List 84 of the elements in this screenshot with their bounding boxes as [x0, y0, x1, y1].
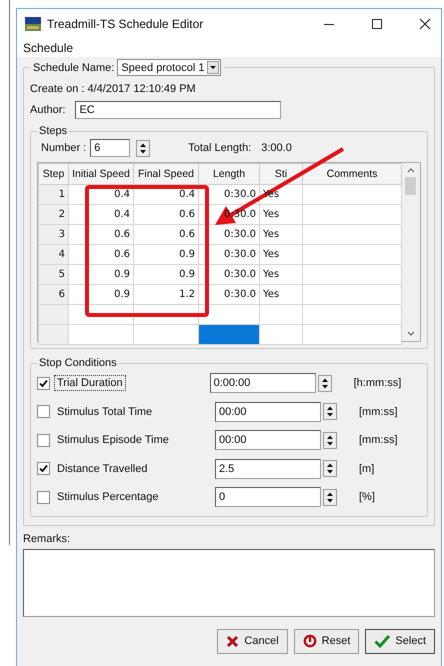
- value-field[interactable]: 0:00:00: [210, 373, 316, 394]
- scroll-up-icon[interactable]: [406, 166, 416, 174]
- table-cell: Yes: [260, 284, 302, 304]
- number-field[interactable]: 6: [90, 139, 130, 157]
- checkbox-label[interactable]: Stimulus Percentage: [54, 489, 215, 506]
- checkbox-label[interactable]: Trial Duration: [54, 375, 126, 392]
- cross-icon: [226, 634, 240, 648]
- checkbox-label[interactable]: Stimulus Total Time: [54, 404, 215, 420]
- steps-legend: Steps: [37, 125, 70, 137]
- column-header[interactable]: Length: [198, 164, 260, 184]
- checkbox[interactable]: [37, 490, 50, 504]
- table-cell: Yes: [260, 204, 302, 224]
- maximize-icon[interactable]: [371, 18, 383, 30]
- total-length-label: Total Length:: [188, 142, 252, 154]
- checkbox-label[interactable]: Distance Travelled: [54, 460, 215, 477]
- app-icon: [25, 17, 41, 31]
- schedule-name-label: Schedule Name:: [33, 62, 114, 74]
- schedule-name-dropdown[interactable]: Speed protocol 1: [117, 59, 220, 76]
- reset-button[interactable]: Reset: [294, 628, 360, 654]
- author-label: Author:: [30, 104, 66, 116]
- column-header[interactable]: Comments: [302, 164, 402, 184]
- checkbox-label[interactable]: Stimulus Episode Time: [54, 432, 215, 448]
- table-cell: 0:30.0: [198, 264, 260, 284]
- unit-label: [mm:ss]: [359, 434, 398, 446]
- row-header[interactable]: 1: [38, 184, 68, 204]
- unit-label: [%]: [359, 491, 375, 504]
- window-title: Treadmill-TS Schedule Editor: [47, 17, 204, 31]
- value-field[interactable]: 0: [215, 487, 321, 508]
- stop-conditions-legend: Stop Conditions: [37, 357, 119, 369]
- column-header[interactable]: Step: [38, 164, 68, 184]
- table-cell: Yes: [260, 244, 302, 264]
- spinner-icon[interactable]: [323, 403, 337, 420]
- cancel-button[interactable]: Cancel: [217, 628, 288, 654]
- table-cell: 0.9: [134, 264, 198, 284]
- checkbox[interactable]: [37, 405, 50, 418]
- row-header[interactable]: 5: [38, 264, 68, 284]
- column-header[interactable]: Final Speed: [134, 164, 198, 184]
- checkbox[interactable]: [37, 376, 50, 390]
- close-icon[interactable]: [419, 18, 431, 30]
- spinner-icon[interactable]: [323, 432, 337, 449]
- value-field[interactable]: 00:00: [215, 402, 321, 422]
- column-header[interactable]: Initial Speed: [68, 164, 134, 184]
- total-length-value: 3:00.0: [261, 142, 292, 154]
- check-icon: [374, 634, 390, 648]
- value-field[interactable]: 00:00: [215, 430, 321, 450]
- row-header[interactable]: 6: [38, 284, 68, 304]
- spinner-icon[interactable]: [136, 140, 150, 156]
- table-cell: Yes: [260, 224, 302, 244]
- checkbox[interactable]: [37, 462, 50, 476]
- menu-item[interactable]: Schedule: [23, 41, 74, 55]
- spinner-icon[interactable]: [323, 460, 337, 478]
- table-cell: 0.9: [68, 264, 134, 284]
- spinner-icon[interactable]: [323, 488, 337, 506]
- row-header[interactable]: 2: [38, 204, 68, 224]
- reset-icon: [302, 634, 317, 648]
- remarks-label: Remarks:: [23, 532, 72, 544]
- table-cell: 0.9: [134, 244, 198, 264]
- scroll-down-icon[interactable]: [406, 330, 416, 338]
- table-cell[interactable]: [198, 324, 260, 344]
- select-button[interactable]: Select: [365, 628, 435, 654]
- unit-label: [m]: [359, 462, 374, 475]
- table-cell: 0.6: [134, 224, 198, 244]
- table-cell: 0.6: [68, 244, 134, 264]
- table-cell: 0:30.0: [198, 284, 260, 304]
- unit-label: [h:mm:ss]: [354, 377, 402, 390]
- table-cell: 0:30.0: [198, 244, 260, 264]
- checkbox[interactable]: [37, 434, 50, 447]
- value-field[interactable]: 2.5: [215, 458, 321, 479]
- remarks-field[interactable]: [23, 548, 435, 616]
- table-cell: 0.4: [68, 204, 134, 224]
- author-field[interactable]: EC: [75, 101, 282, 119]
- table-cell: 0.6: [134, 204, 198, 224]
- table-cell: 0:30.0: [198, 184, 260, 204]
- table-cell: Yes: [260, 264, 302, 284]
- unit-label: [mm:ss]: [359, 406, 398, 418]
- scroll-thumb[interactable]: [405, 177, 416, 195]
- row-header[interactable]: 3: [38, 224, 68, 244]
- created-on-text: Create on : 4/4/2017 12:10:49 PM: [30, 83, 197, 95]
- spinner-icon[interactable]: [318, 374, 332, 392]
- table-cell: 1.2: [134, 284, 198, 304]
- row-header[interactable]: 4: [38, 244, 68, 264]
- table-cell: 0.6: [68, 224, 134, 244]
- number-label: Number :: [41, 142, 86, 154]
- table-cell: 0.9: [68, 284, 134, 304]
